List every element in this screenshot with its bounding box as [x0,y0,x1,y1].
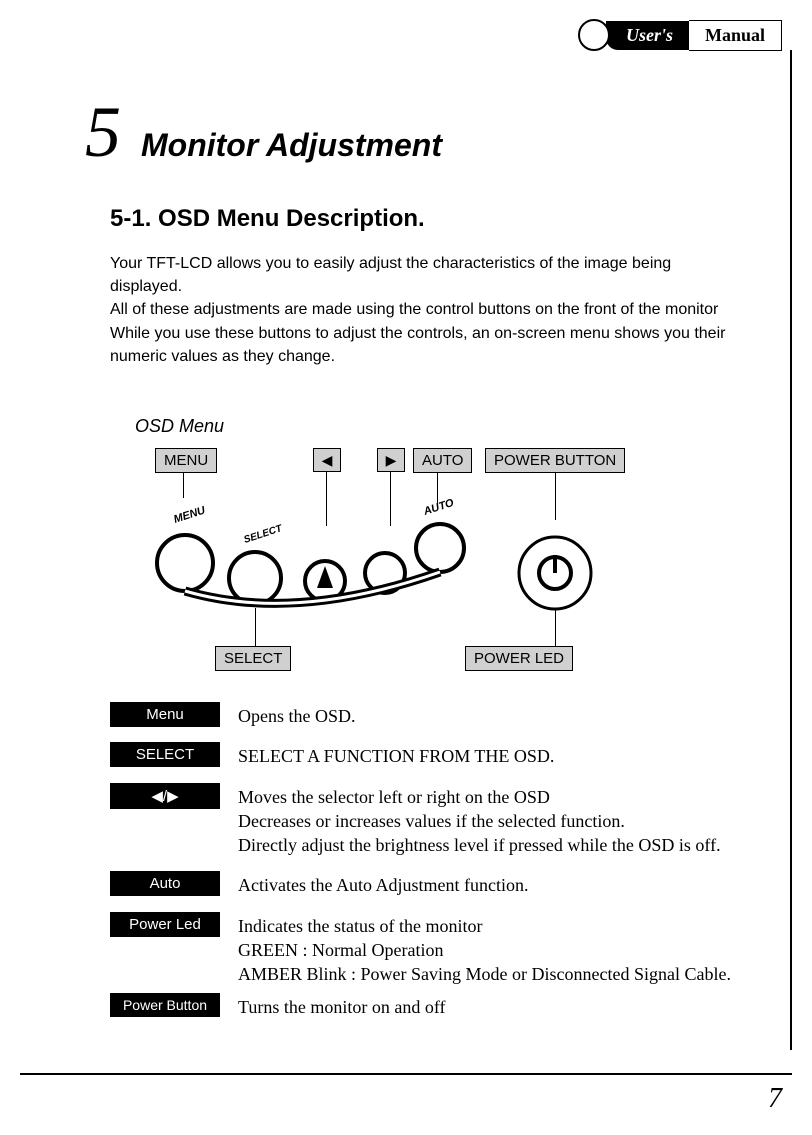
header-tab-users: User's [606,21,689,50]
intro-p1: Your TFT-LCD allows you to easily adjust… [110,252,730,298]
diagram-label-right-arrow: ▶ [377,448,405,472]
def-label: ◀/▶ [110,783,220,809]
def-desc: Moves the selector left or right on the … [238,783,770,858]
def-row-arrows: ◀/▶ Moves the selector left or right on … [110,783,770,858]
osd-menu-label: OSD Menu [135,416,224,437]
def-label: Auto [110,871,220,896]
panel-text-menu: MENU [172,504,208,526]
chapter-title: Monitor Adjustment [141,127,442,164]
diagram-label-power-led: POWER LED [465,646,573,671]
chapter-number: 5 [85,100,121,165]
panel-text-select: SELECT [243,523,285,546]
def-row-auto: Auto Activates the Auto Adjustment funct… [110,871,770,897]
page-number: 7 [768,1083,782,1115]
header-tab-manual: Manual [689,20,782,51]
def-label: Power Button [110,993,220,1017]
def-desc: Indicates the status of the monitor GREE… [238,912,770,987]
page-border [20,1073,792,1075]
definitions-table: Menu Opens the OSD. SELECT SELECT A FUNC… [110,702,770,1033]
diagram-label-power-button: POWER BUTTON [485,448,625,473]
def-label: SELECT [110,742,220,767]
def-row-powerbutton: Power Button Turns the monitor on and of… [110,993,770,1019]
page-border [790,50,792,1050]
def-desc: Turns the monitor on and off [238,993,770,1019]
def-row-menu: Menu Opens the OSD. [110,702,770,728]
section-title: 5-1. OSD Menu Description. [110,205,425,233]
header-tabs: User's Manual [578,20,782,50]
def-desc: Activates the Auto Adjustment function. [238,871,770,897]
diagram-label-left-arrow: ◀ [313,448,341,472]
def-desc: Opens the OSD. [238,702,770,728]
def-label: Menu [110,702,220,727]
intro-text: Your TFT-LCD allows you to easily adjust… [110,252,730,368]
diagram-label-select: SELECT [215,646,291,671]
def-row-select: SELECT SELECT A FUNCTION FROM THE OSD. [110,742,770,768]
intro-p2: All of these adjustments are made using … [110,298,730,321]
def-desc: SELECT A FUNCTION FROM THE OSD. [238,742,770,768]
diagram-label-menu: MENU [155,448,217,473]
diagram-label-auto: AUTO [413,448,472,473]
intro-p3: While you use these buttons to adjust th… [110,322,730,368]
panel-text-auto: AUTO [421,497,456,518]
panel-illustration: MENU SELECT AUTO [145,493,655,653]
def-row-powerled: Power Led Indicates the status of the mo… [110,912,770,987]
chapter-heading: 5 Monitor Adjustment [85,100,442,165]
connector-line [255,608,256,646]
def-label: Power Led [110,912,220,937]
osd-diagram: MENU ◀ ▶ AUTO POWER BUTTON MENU SELECT A… [155,448,695,678]
header-circle-icon [578,19,610,51]
connector-line [555,608,556,646]
